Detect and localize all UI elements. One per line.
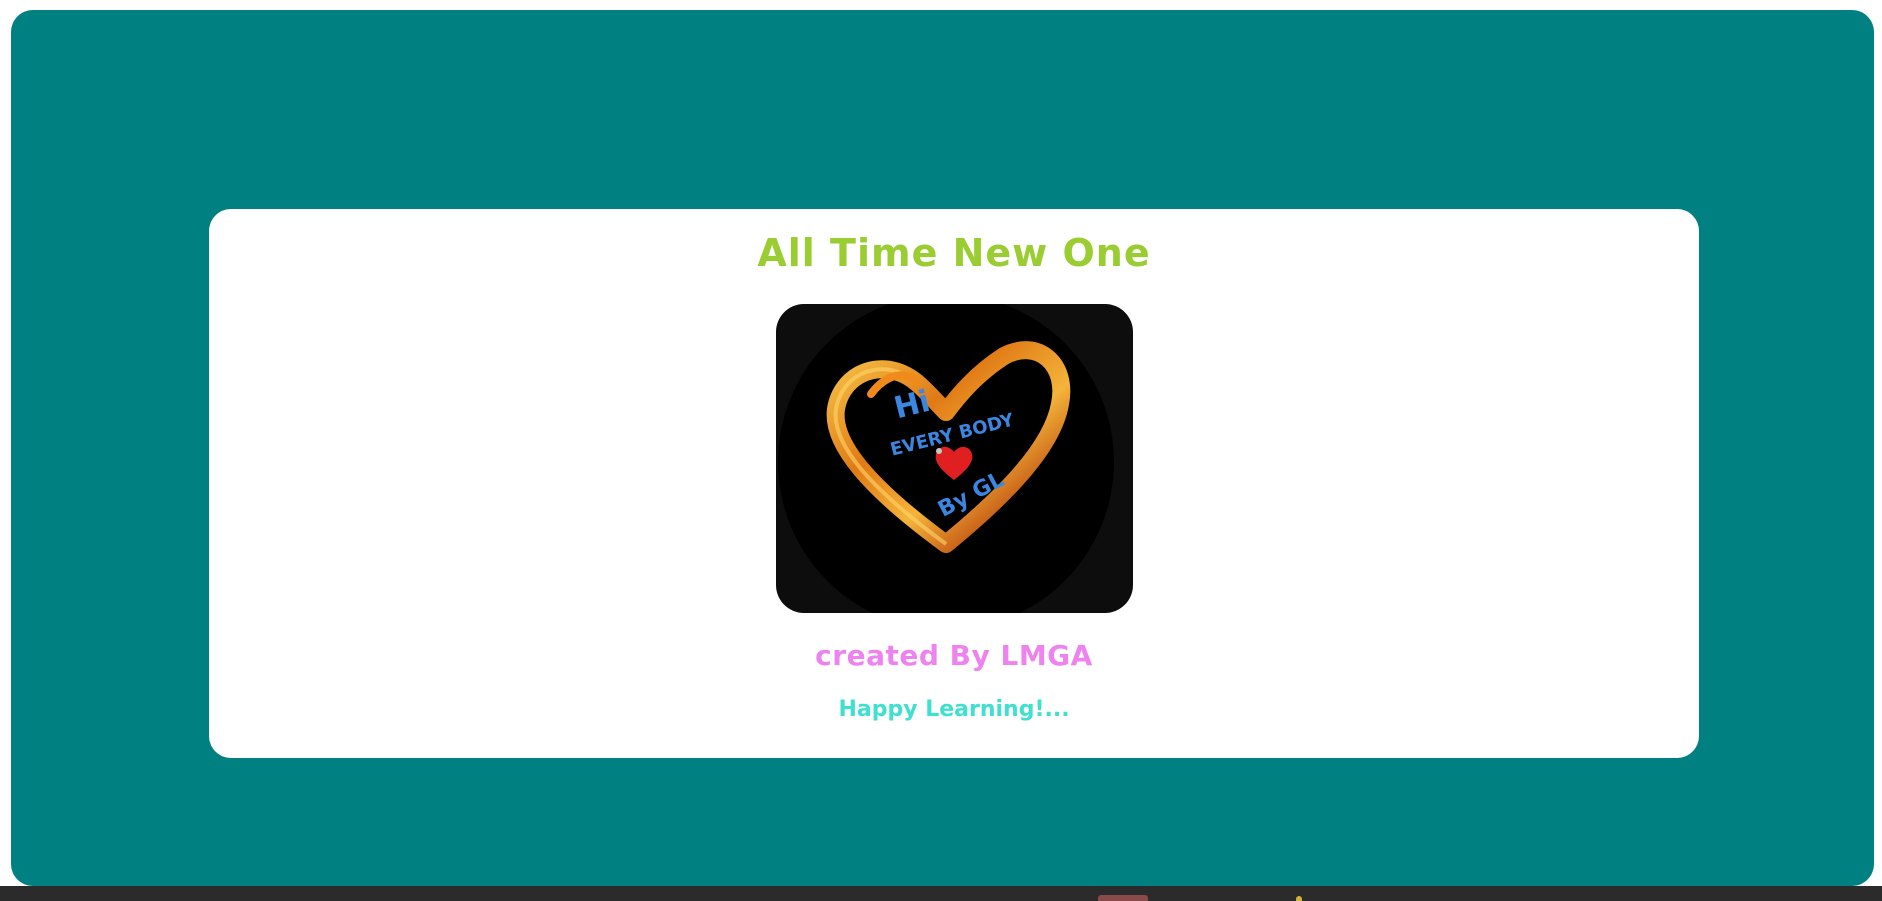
content-card: All Time New One Hi EVERY BODY By GL cre… bbox=[209, 209, 1699, 758]
creator-credit: created By LMGA bbox=[815, 639, 1093, 672]
teal-background-panel: All Time New One Hi EVERY BODY By GL cre… bbox=[11, 10, 1874, 886]
heart-logo-icon: Hi EVERY BODY By GL bbox=[778, 304, 1114, 613]
browser-viewport: All Time New One Hi EVERY BODY By GL cre… bbox=[0, 0, 1882, 901]
taskbar-app-icon[interactable] bbox=[1098, 895, 1148, 901]
logo-image: Hi EVERY BODY By GL bbox=[776, 304, 1133, 613]
taskbar-indicator-icon[interactable] bbox=[1296, 896, 1302, 901]
taskbar bbox=[0, 886, 1882, 901]
page-title: All Time New One bbox=[757, 231, 1151, 275]
tagline: Happy Learning!... bbox=[838, 697, 1070, 722]
